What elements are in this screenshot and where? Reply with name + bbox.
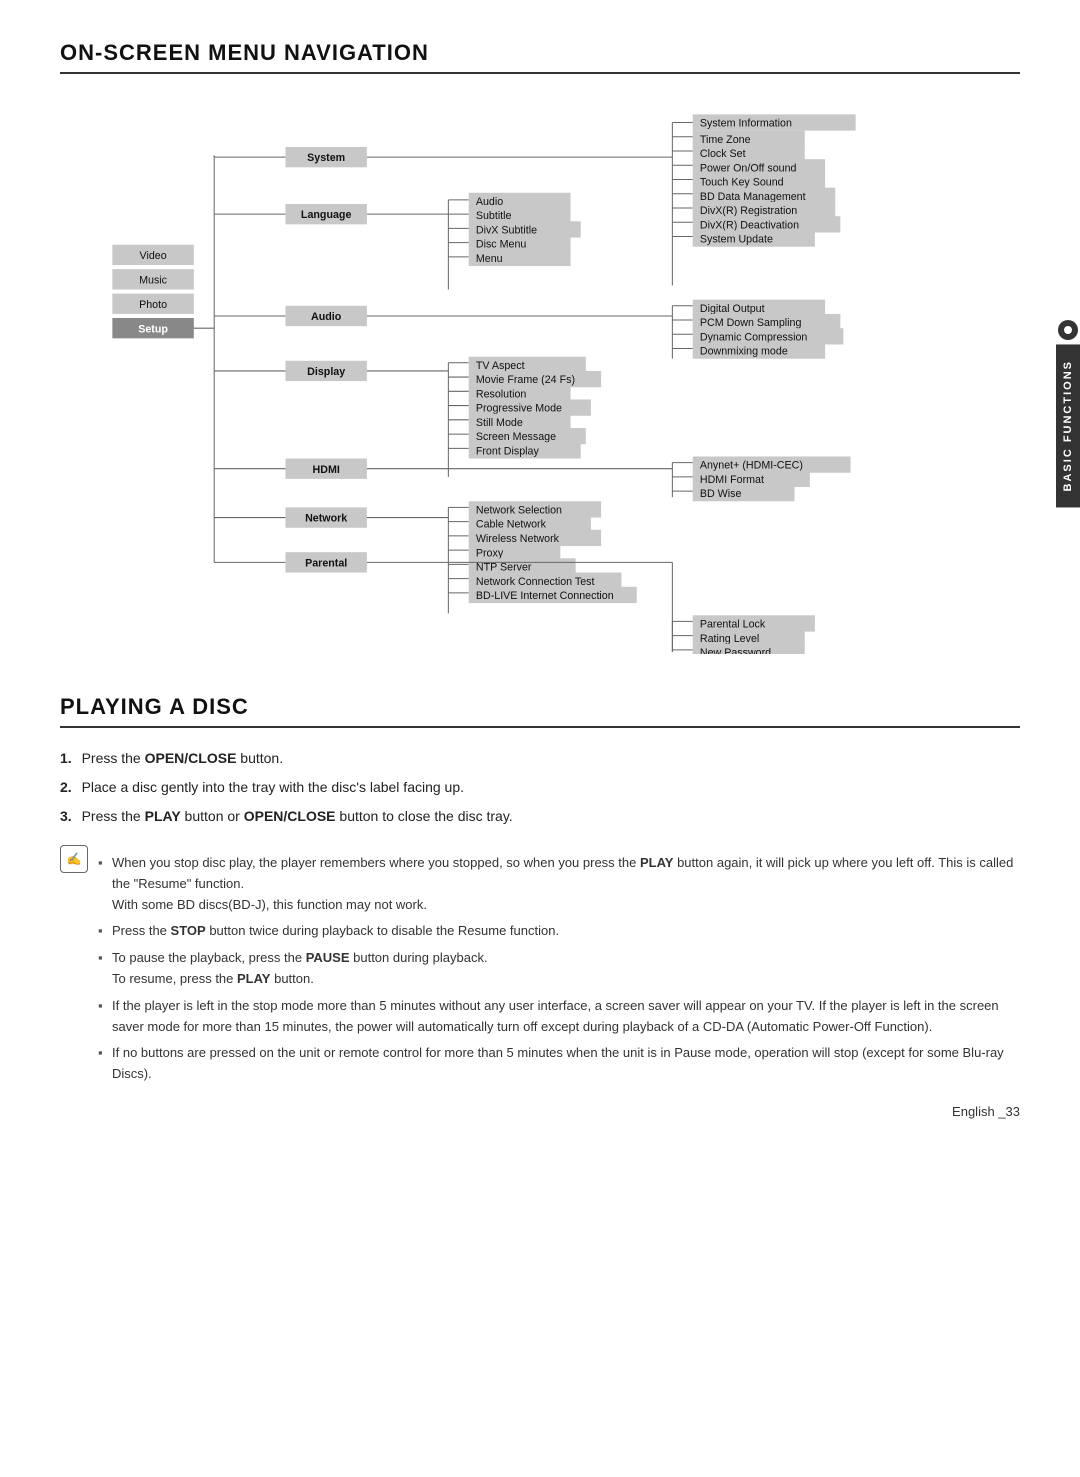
power-sound-label: Power On/Off sound bbox=[700, 162, 797, 174]
rating-level-label: Rating Level bbox=[700, 633, 759, 645]
note-icon: ✍ bbox=[60, 845, 88, 873]
cable-net-label: Cable Network bbox=[476, 519, 547, 531]
playing-disc-section: PLAYING A DISC Press the OPEN/CLOSE butt… bbox=[60, 694, 1020, 1091]
divx-deact-label: DivX(R) Deactivation bbox=[700, 219, 799, 231]
divx-reg-label: DivX(R) Registration bbox=[700, 205, 797, 217]
parental-label: Parental bbox=[305, 557, 347, 569]
video-label: Video bbox=[140, 250, 167, 262]
resolution-label: Resolution bbox=[476, 388, 527, 400]
movie-frame-label: Movie Frame (24 Fs) bbox=[476, 374, 575, 386]
front-display-label: Front Display bbox=[476, 445, 540, 457]
divx-subtitle-label: DivX Subtitle bbox=[476, 224, 537, 236]
audio-lang-label: Audio bbox=[476, 196, 503, 208]
clock-set-label: Clock Set bbox=[700, 148, 746, 160]
system-label: System bbox=[307, 152, 345, 164]
setup-label: Setup bbox=[138, 323, 168, 335]
bd-wise-label: BD Wise bbox=[700, 488, 742, 500]
step-1: Press the OPEN/CLOSE button. bbox=[60, 748, 1020, 769]
side-tab-dot-inner bbox=[1064, 326, 1072, 334]
pause-bold: PAUSE bbox=[306, 950, 350, 965]
tv-aspect-label: TV Aspect bbox=[476, 360, 525, 372]
step-2: Place a disc gently into the tray with t… bbox=[60, 777, 1020, 798]
bdlive-label: BD-LIVE Internet Connection bbox=[476, 590, 614, 602]
sys-update-label: System Update bbox=[700, 234, 773, 246]
proxy-label: Proxy bbox=[476, 547, 504, 559]
menu-label: Menu bbox=[476, 253, 503, 265]
language-label: Language bbox=[301, 209, 352, 221]
stop-bold: STOP bbox=[171, 923, 206, 938]
note-box: ✍ When you stop disc play, the player re… bbox=[60, 843, 1020, 1091]
bullet-4: If the player is left in the stop mode m… bbox=[98, 996, 1020, 1038]
new-password-label: New Password bbox=[700, 647, 771, 654]
side-tab-container: BASIC FUNCTIONS bbox=[1056, 320, 1080, 507]
note-content: When you stop disc play, the player reme… bbox=[98, 843, 1020, 1091]
open-close-bold-1: OPEN/CLOSE bbox=[145, 750, 237, 766]
pcm-label: PCM Down Sampling bbox=[700, 317, 802, 329]
photo-label: Photo bbox=[139, 299, 167, 311]
screen-message-label: Screen Message bbox=[476, 431, 556, 443]
net-conn-test-label: Network Connection Test bbox=[476, 576, 595, 588]
audio-label: Audio bbox=[311, 311, 342, 323]
disc-menu-label: Disc Menu bbox=[476, 239, 527, 251]
side-tab-dot bbox=[1058, 320, 1078, 340]
steps-list: Press the OPEN/CLOSE button. Place a dis… bbox=[60, 748, 1020, 827]
play-bold-3: PLAY bbox=[237, 971, 270, 986]
side-tab-label: BASIC FUNCTIONS bbox=[1056, 344, 1080, 507]
ntp-label: NTP Server bbox=[476, 562, 532, 574]
page-footer: English _33 bbox=[952, 1104, 1020, 1119]
touch-key-sound-label: Touch Key Sound bbox=[700, 177, 784, 189]
parental-lock-label: Parental Lock bbox=[700, 619, 766, 631]
play-bold: PLAY bbox=[145, 808, 181, 824]
subtitle-label: Subtitle bbox=[476, 210, 512, 222]
wireless-net-label: Wireless Network bbox=[476, 533, 560, 545]
bullet-3: To pause the playback, press the PAUSE b… bbox=[98, 948, 1020, 990]
play-bold-2: PLAY bbox=[640, 855, 673, 870]
net-sel-label: Network Selection bbox=[476, 504, 562, 516]
anynet-label: Anynet+ (HDMI-CEC) bbox=[700, 460, 803, 472]
bullet-2: Press the STOP button twice during playb… bbox=[98, 921, 1020, 942]
dyn-comp-label: Dynamic Compression bbox=[700, 331, 808, 343]
bullet-5: If no buttons are pressed on the unit or… bbox=[98, 1043, 1020, 1085]
network-label: Network bbox=[305, 513, 347, 525]
hdmi-format-label: HDMI Format bbox=[700, 474, 764, 486]
diagram-svg: Video Music Photo Setup System bbox=[60, 94, 1020, 654]
open-close-bold-2: OPEN/CLOSE bbox=[244, 808, 336, 824]
digital-output-label: Digital Output bbox=[700, 303, 765, 315]
section1-title: ON-SCREEN MENU NAVIGATION bbox=[60, 40, 1020, 74]
hdmi-label: HDMI bbox=[313, 464, 340, 476]
still-mode-label: Still Mode bbox=[476, 417, 523, 429]
bd-data-mgmt-label: BD Data Management bbox=[700, 191, 806, 203]
bullet-1: When you stop disc play, the player reme… bbox=[98, 853, 1020, 915]
display-label: Display bbox=[307, 366, 345, 378]
footer-text: English _33 bbox=[952, 1104, 1020, 1119]
progressive-mode-label: Progressive Mode bbox=[476, 403, 562, 415]
menu-nav-section: ON-SCREEN MENU NAVIGATION Video Music Ph… bbox=[60, 40, 1020, 654]
menu-diagram: Video Music Photo Setup System bbox=[60, 94, 1020, 654]
time-zone-label: Time Zone bbox=[700, 134, 751, 146]
music-label: Music bbox=[139, 274, 168, 286]
step-3: Press the PLAY button or OPEN/CLOSE butt… bbox=[60, 806, 1020, 827]
system-info-label: System Information bbox=[700, 118, 792, 130]
bullet-list: When you stop disc play, the player reme… bbox=[98, 853, 1020, 1085]
downmix-label: Downmixing mode bbox=[700, 346, 788, 358]
section2-title: PLAYING A DISC bbox=[60, 694, 1020, 728]
